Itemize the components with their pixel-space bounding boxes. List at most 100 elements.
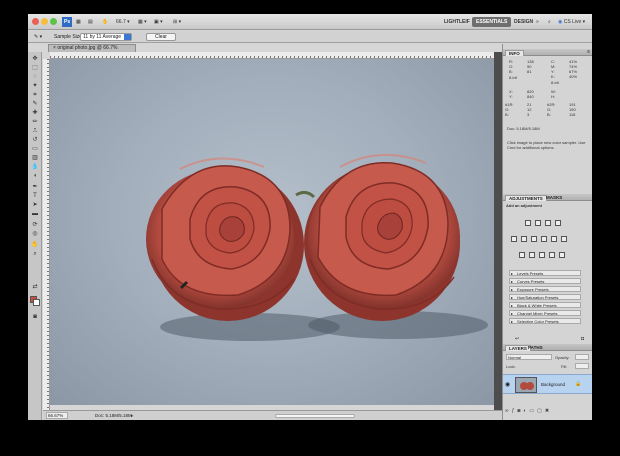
- xy-labels: X: Y:: [509, 89, 513, 99]
- healing-tool-icon[interactable]: ✚: [31, 110, 39, 116]
- exposure-icon[interactable]: [555, 220, 561, 226]
- zoom-level-menu[interactable]: 66.7 ▾: [116, 17, 130, 27]
- bridge-icon[interactable]: ▦: [76, 17, 81, 27]
- vibrance-icon[interactable]: [511, 236, 517, 242]
- zoom-field[interactable]: 66.67%: [46, 412, 68, 419]
- preset-channel-mixer[interactable]: Channel Mixer Presets: [509, 310, 581, 316]
- close-window-icon[interactable]: [32, 18, 39, 25]
- invert-icon[interactable]: [519, 252, 525, 258]
- cs-live-button[interactable]: ◉ CS Live ▾: [558, 17, 585, 27]
- eye-icon[interactable]: ◉: [505, 381, 510, 388]
- zoom-window-icon[interactable]: [50, 18, 57, 25]
- options-bar: ✎ ▾ Sample Size: 11 by 11 Average Clear: [28, 31, 592, 43]
- camera-icon[interactable]: ◘: [581, 336, 584, 342]
- delete-layer-icon[interactable]: ✖: [545, 408, 552, 414]
- color-balance-icon[interactable]: [531, 236, 537, 242]
- info-panel-header: INFO ≡: [503, 49, 592, 56]
- channel-mixer-icon[interactable]: [561, 236, 567, 242]
- layers-panel-header: LAYERS PATHS: [503, 344, 592, 351]
- 3d-orbit-tool-icon[interactable]: ◎: [31, 231, 39, 237]
- workspace-more-icon[interactable]: »: [536, 17, 539, 27]
- preset-levels[interactable]: Levels Presets: [509, 270, 581, 276]
- quick-mask-icon[interactable]: ◙: [31, 314, 39, 320]
- workspace-lightleif[interactable]: LIGHTLEIF: [440, 17, 474, 27]
- marquee-tool-icon[interactable]: ⬚: [31, 65, 39, 71]
- shape-tool-icon[interactable]: ▬: [31, 211, 39, 217]
- 3d-rotate-tool-icon[interactable]: ⟳: [31, 222, 39, 228]
- clone-stamp-tool-icon[interactable]: ⎍: [31, 128, 39, 134]
- history-brush-tool-icon[interactable]: ↺: [31, 137, 39, 143]
- preset-black-white[interactable]: Black & White Presets: [509, 302, 581, 308]
- eyedropper-preset-icon[interactable]: ✎ ▾: [34, 33, 42, 41]
- eraser-tool-icon[interactable]: ▭: [31, 146, 39, 152]
- opacity-field[interactable]: [575, 354, 589, 360]
- sample-size-select[interactable]: 11 by 11 Average: [80, 33, 132, 41]
- fill-field[interactable]: [575, 363, 589, 369]
- zoom-tool-icon[interactable]: ⌕: [31, 251, 39, 257]
- preset-hue-saturation[interactable]: Hue/Saturation Presets: [509, 294, 581, 300]
- levels-icon[interactable]: [535, 220, 541, 226]
- minibridge-icon[interactable]: ▤: [88, 17, 93, 27]
- horizontal-scrollbar[interactable]: [275, 414, 355, 418]
- arrange-docs-icon[interactable]: ▦ ▾: [138, 17, 147, 27]
- brightness-icon[interactable]: [525, 220, 531, 226]
- black-white-icon[interactable]: [541, 236, 547, 242]
- new-group-icon[interactable]: ▭: [529, 408, 537, 414]
- crop-tool-icon[interactable]: ⌗: [31, 92, 39, 98]
- path-select-tool-icon[interactable]: ➤: [31, 202, 39, 208]
- dodge-tool-icon[interactable]: ◖: [31, 173, 39, 179]
- move-tool-icon[interactable]: ✥: [31, 56, 39, 62]
- curves-icon[interactable]: [545, 220, 551, 226]
- blend-mode-select[interactable]: Normal: [506, 354, 552, 360]
- layer-row-background[interactable]: ◉ Background 🔒: [503, 374, 592, 394]
- horizontal-ruler[interactable]: [50, 52, 495, 59]
- blur-tool-icon[interactable]: 💧: [31, 164, 39, 170]
- hand-icon[interactable]: ✋: [102, 17, 108, 27]
- lock-label: Lock:: [506, 364, 516, 369]
- preset-selective-color[interactable]: Selective Color Presets: [509, 318, 581, 324]
- background-color-swatch[interactable]: [33, 299, 40, 306]
- tab-masks[interactable]: MASKS: [543, 195, 565, 201]
- tab-info[interactable]: INFO: [505, 50, 524, 56]
- status-arrow-icon[interactable]: ▸: [131, 411, 133, 420]
- document-tab[interactable]: × original photo.jpg @ 66.7% (RGB/8) *: [48, 44, 136, 58]
- new-layer-icon[interactable]: ▢: [537, 408, 545, 414]
- preset-curves[interactable]: Curves Presets: [509, 278, 581, 284]
- hand-tool-icon[interactable]: ✋: [31, 242, 39, 248]
- vertical-ruler[interactable]: [43, 59, 50, 414]
- workspace-essentials[interactable]: ESSENTIALS: [472, 17, 512, 27]
- panel-menu-icon[interactable]: ≡: [587, 49, 590, 55]
- tab-paths[interactable]: PATHS: [525, 345, 546, 351]
- photo-filter-icon[interactable]: [551, 236, 557, 242]
- lasso-tool-icon[interactable]: ◌: [31, 74, 39, 80]
- photoshop-window: Ps ▦ ▤ ✋ 66.7 ▾ ▦ ▾ ▣ ▾ ⊞ ▾ LIGHTLEIF ES…: [28, 14, 592, 420]
- eyedropper-tool-icon[interactable]: ✎: [31, 101, 39, 107]
- type-tool-icon[interactable]: T: [31, 193, 39, 199]
- extras-icon[interactable]: ⊞ ▾: [173, 17, 181, 27]
- search-icon[interactable]: ⌕: [548, 17, 551, 27]
- hue-saturation-icon[interactable]: [521, 236, 527, 242]
- quick-select-tool-icon[interactable]: ✦: [31, 83, 39, 89]
- gradient-map-icon[interactable]: [549, 252, 555, 258]
- preset-exposure[interactable]: Exposure Presets: [509, 286, 581, 292]
- gradient-tool-icon[interactable]: ▥: [31, 155, 39, 161]
- tab-adjustments[interactable]: ADJUSTMENTS: [505, 195, 547, 201]
- cmyk-bit: 8-bit: [551, 80, 559, 85]
- clear-button[interactable]: Clear: [146, 33, 176, 41]
- pen-tool-icon[interactable]: ✒: [31, 184, 39, 190]
- screen-mode-icon[interactable]: ▣ ▾: [154, 17, 163, 27]
- threshold-icon[interactable]: [539, 252, 545, 258]
- selective-color-icon[interactable]: [559, 252, 565, 258]
- doc-size-info[interactable]: Doc: 5.18M/5.18M: [95, 411, 132, 420]
- close-tab-icon[interactable]: ×: [53, 45, 56, 51]
- swap-colors-icon[interactable]: ⇄: [31, 284, 39, 290]
- posterize-icon[interactable]: [529, 252, 535, 258]
- document-canvas[interactable]: [50, 59, 494, 405]
- return-icon[interactable]: ↩: [515, 336, 519, 342]
- opacity-label: Opacity:: [555, 355, 570, 360]
- tools-panel: ✥ ⬚ ◌ ✦ ⌗ ✎ ✚ ✏ ⎍ ↺ ▭ ▥ 💧 ◖ ✒ T ➤ ▬ ⟳ ◎ …: [28, 52, 42, 420]
- brush-tool-icon[interactable]: ✏: [31, 119, 39, 125]
- link-layers-icon[interactable]: ∞: [505, 408, 512, 414]
- workspace-design[interactable]: DESIGN: [510, 17, 537, 27]
- minimize-window-icon[interactable]: [41, 18, 48, 25]
